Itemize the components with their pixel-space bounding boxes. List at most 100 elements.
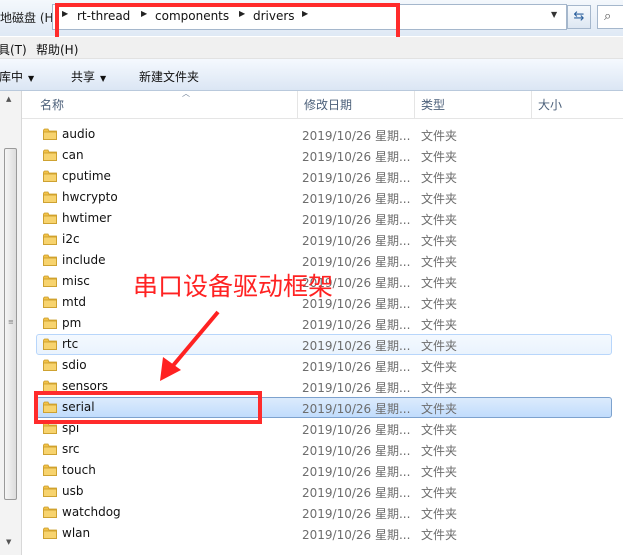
new-folder-button[interactable]: 新建文件夹 — [139, 68, 199, 85]
file-name: misc — [62, 274, 90, 288]
file-type: 文件夹 — [421, 234, 458, 248]
scroll-down-icon[interactable]: ▼ — [6, 538, 11, 546]
file-name: touch — [62, 463, 96, 477]
folder-icon — [43, 296, 57, 308]
folder-icon — [43, 128, 57, 140]
file-date: 2019/10/26 星期... — [302, 129, 411, 143]
file-date: 2019/10/26 星期... — [302, 192, 411, 206]
folder-icon — [43, 338, 57, 350]
column-header-name-label: 名称 — [40, 98, 65, 112]
file-date: 2019/10/26 星期... — [302, 528, 411, 542]
folder-icon — [43, 254, 57, 266]
column-header-size[interactable]: 大小 — [532, 91, 623, 119]
file-name: i2c — [62, 232, 80, 246]
file-type: 文件夹 — [421, 318, 458, 332]
file-type: 文件夹 — [421, 402, 458, 416]
folder-icon — [43, 506, 57, 518]
file-row-i2c[interactable]: i2c 2019/10/26 星期... 文件夹 — [22, 229, 623, 250]
file-date: 2019/10/26 星期... — [302, 213, 411, 227]
file-row-rtc[interactable]: rtc 2019/10/26 星期... 文件夹 — [36, 334, 612, 355]
file-row-can[interactable]: can 2019/10/26 星期... 文件夹 — [22, 145, 623, 166]
file-date: 2019/10/26 星期... — [302, 318, 411, 332]
file-row-wlan[interactable]: wlan 2019/10/26 星期... 文件夹 — [22, 523, 623, 544]
address-dropdown-icon[interactable]: ▼ — [551, 10, 557, 19]
column-header-date[interactable]: 修改日期 — [298, 91, 415, 119]
menu-help[interactable]: 帮助(H) — [36, 41, 78, 58]
menu-bar: 具(T) 帮助(H) — [0, 37, 623, 59]
file-row-audio[interactable]: audio 2019/10/26 星期... 文件夹 — [22, 124, 623, 145]
file-row-touch[interactable]: touch 2019/10/26 星期... 文件夹 — [22, 460, 623, 481]
column-header-type[interactable]: 类型 — [415, 91, 532, 119]
file-name: hwcrypto — [62, 190, 118, 204]
file-date: 2019/10/26 星期... — [302, 171, 411, 185]
file-type: 文件夹 — [421, 360, 458, 374]
refresh-button[interactable]: ⇆ — [567, 5, 591, 29]
file-type: 文件夹 — [421, 507, 458, 521]
chevron-down-icon: ▼ — [100, 74, 107, 83]
file-row-hwcrypto[interactable]: hwcrypto 2019/10/26 星期... 文件夹 — [22, 187, 623, 208]
file-name: audio — [62, 127, 96, 141]
menu-tools[interactable]: 具(T) — [0, 41, 27, 58]
file-row-usb[interactable]: usb 2019/10/26 星期... 文件夹 — [22, 481, 623, 502]
column-header-row: ︿ 名称 修改日期 类型 大小 — [22, 89, 623, 119]
share-button[interactable]: 共享 ▼ — [71, 68, 106, 85]
file-date: 2019/10/26 星期... — [302, 381, 411, 395]
file-type: 文件夹 — [421, 255, 458, 269]
file-type: 文件夹 — [421, 297, 458, 311]
file-name: wlan — [62, 526, 91, 540]
file-date: 2019/10/26 星期... — [302, 234, 411, 248]
annotation-label: 串口设备驱动框架 — [133, 272, 334, 301]
file-type: 文件夹 — [421, 171, 458, 185]
file-type: 文件夹 — [421, 423, 458, 437]
scroll-up-icon[interactable]: ▲ — [6, 95, 11, 103]
folder-icon — [43, 275, 57, 287]
file-date: 2019/10/26 星期... — [302, 423, 411, 437]
file-type: 文件夹 — [421, 486, 458, 500]
file-row-src[interactable]: src 2019/10/26 星期... 文件夹 — [22, 439, 623, 460]
search-icon: ⌕ — [604, 9, 612, 24]
file-type: 文件夹 — [421, 465, 458, 479]
column-header-type-label: 类型 — [421, 98, 446, 112]
file-date: 2019/10/26 星期... — [302, 150, 411, 164]
file-name: src — [62, 442, 80, 456]
column-header-name[interactable]: 名称 — [34, 91, 298, 119]
file-name: mtd — [62, 295, 87, 309]
folder-icon — [43, 527, 57, 539]
file-row-hwtimer[interactable]: hwtimer 2019/10/26 星期... 文件夹 — [22, 208, 623, 229]
include-in-library-button[interactable]: 库中 ▼ — [0, 68, 34, 85]
folder-icon — [43, 485, 57, 497]
search-input[interactable]: ⌕ — [597, 5, 623, 29]
file-row-watchdog[interactable]: watchdog 2019/10/26 星期... 文件夹 — [22, 502, 623, 523]
file-row-cputime[interactable]: cputime 2019/10/26 星期... 文件夹 — [22, 166, 623, 187]
file-row-sdio[interactable]: sdio 2019/10/26 星期... 文件夹 — [22, 355, 623, 376]
file-type: 文件夹 — [421, 381, 458, 395]
folder-icon — [43, 464, 57, 476]
file-name: usb — [62, 484, 84, 498]
file-date: 2019/10/26 星期... — [302, 507, 411, 521]
file-type: 文件夹 — [421, 528, 458, 542]
file-type: 文件夹 — [421, 213, 458, 227]
file-type: 文件夹 — [421, 339, 458, 353]
column-header-date-label: 修改日期 — [304, 98, 353, 112]
file-type: 文件夹 — [421, 129, 458, 143]
refresh-icon: ⇆ — [573, 9, 585, 24]
file-date: 2019/10/26 星期... — [302, 486, 411, 500]
file-date: 2019/10/26 星期... — [302, 360, 411, 374]
chevron-down-icon: ▼ — [28, 74, 35, 83]
file-date: 2019/10/26 星期... — [302, 402, 411, 416]
file-name: watchdog — [62, 505, 121, 519]
file-row-pm[interactable]: pm 2019/10/26 星期... 文件夹 — [22, 313, 623, 334]
file-type: 文件夹 — [421, 276, 458, 290]
file-name: hwtimer — [62, 211, 112, 225]
file-date: 2019/10/26 星期... — [302, 444, 411, 458]
column-header-size-label: 大小 — [538, 98, 563, 112]
file-name: sdio — [62, 358, 87, 372]
file-name: pm — [62, 316, 82, 330]
file-type: 文件夹 — [421, 150, 458, 164]
file-date: 2019/10/26 星期... — [302, 339, 411, 353]
folder-icon — [43, 212, 57, 224]
scrollbar-grip-icon: ≡ — [8, 318, 14, 326]
share-label: 共享 — [71, 70, 96, 84]
toolbar: 库中 ▼ 共享 ▼ 新建文件夹 — [0, 59, 623, 91]
file-name: rtc — [62, 337, 79, 351]
